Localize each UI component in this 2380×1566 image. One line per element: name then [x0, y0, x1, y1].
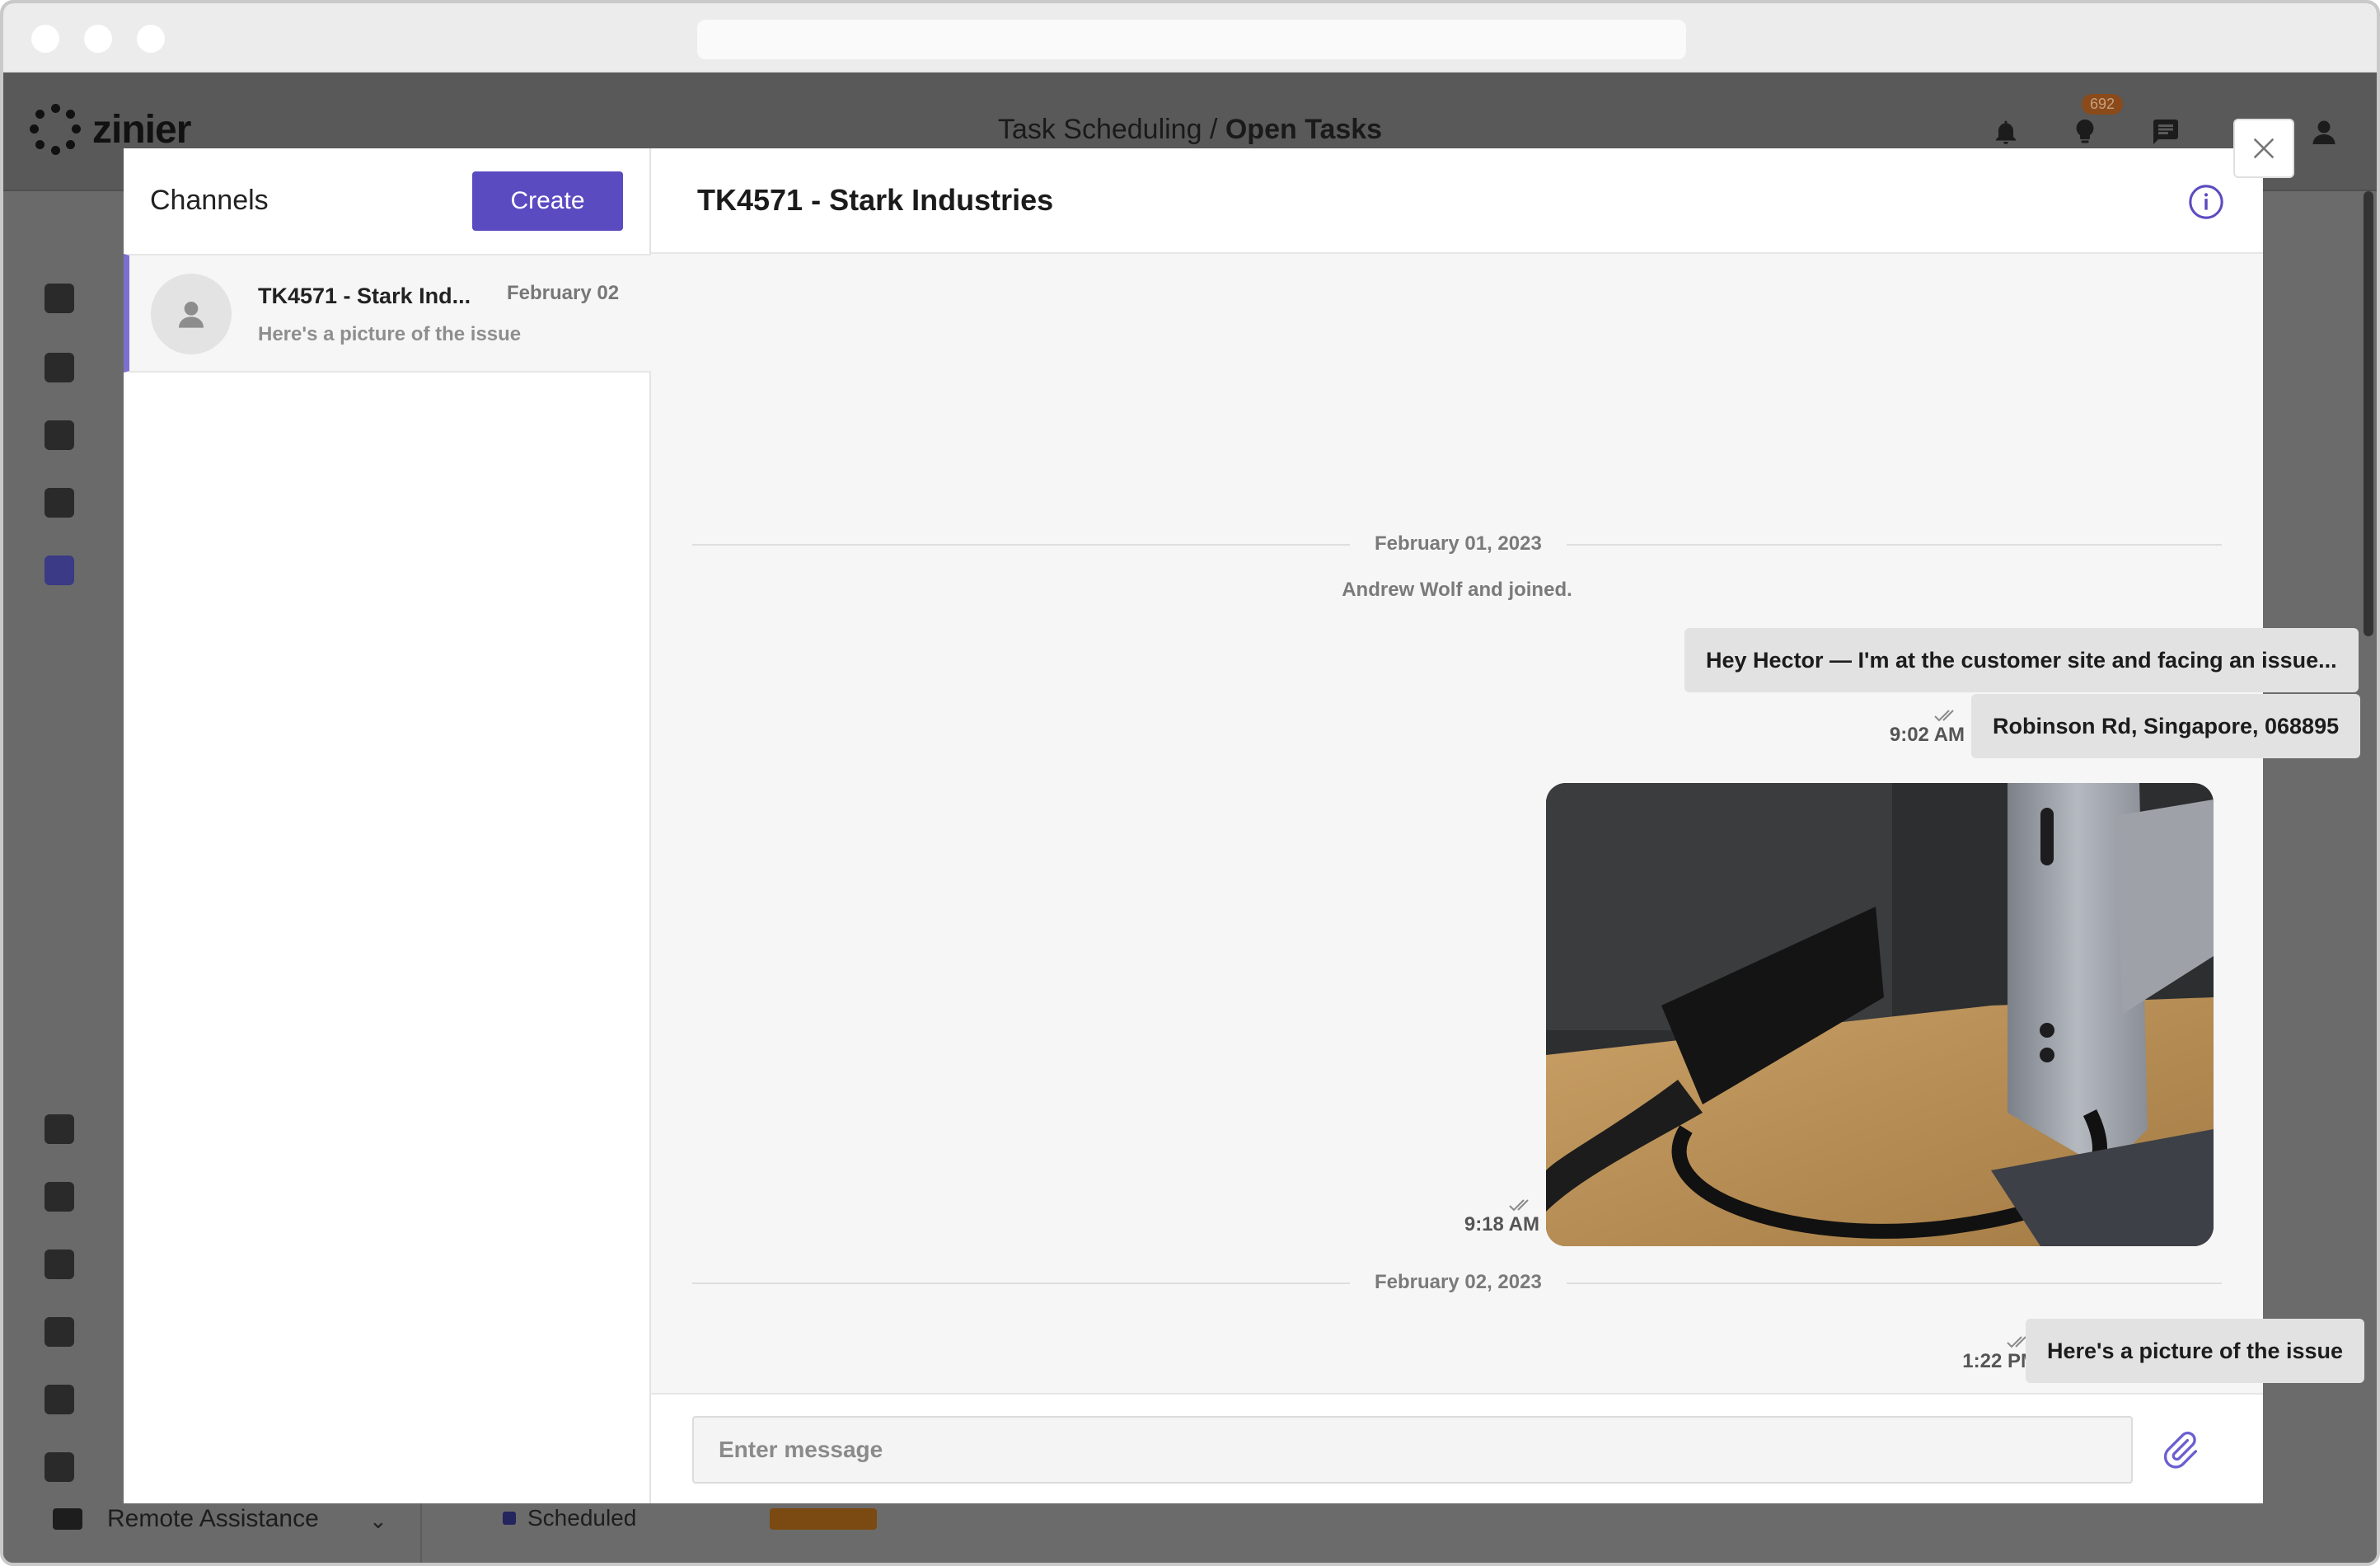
- person-icon: [179, 302, 204, 328]
- notifications-badge: 692: [2082, 94, 2124, 115]
- chat-header: TK4571 - Stark Industries: [651, 148, 2263, 254]
- channel-name: TK4571 - Stark Ind...: [258, 284, 471, 308]
- book-icon: [45, 1317, 74, 1347]
- background-scrollbar[interactable]: [2364, 191, 2373, 636]
- channels-header: Channels Create: [124, 148, 651, 254]
- messaging-modal: Channels Create TK4571 - Stark Ind... Fe…: [124, 148, 2365, 1503]
- channel-list-item[interactable]: TK4571 - Stark Ind... February 02 Here's…: [124, 254, 651, 373]
- chart-icon: [45, 420, 74, 450]
- sidebar-item-7[interactable]: [45, 1182, 74, 1212]
- message-composer: [651, 1393, 2263, 1503]
- lightbulb-icon[interactable]: [2068, 115, 2101, 148]
- window-close-dot[interactable]: [31, 25, 59, 53]
- close-icon: [2253, 138, 2275, 159]
- double-check-icon: [1934, 710, 1954, 722]
- status-text: Scheduled: [527, 1505, 637, 1531]
- breadcrumb-parent[interactable]: Task Scheduling /: [998, 114, 1218, 145]
- paperclip-icon[interactable]: [2159, 1426, 2200, 1474]
- photo-message-meta: 9:18 AM: [1416, 1197, 1539, 1236]
- channel-date: February 02: [507, 282, 620, 304]
- message-bubble[interactable]: Hey Hector — I'm at the customer site an…: [1684, 628, 2359, 692]
- status-dot: [503, 1512, 516, 1525]
- user-icon[interactable]: [2307, 115, 2340, 148]
- sidebar-item-label: Remote Assistance: [107, 1505, 319, 1532]
- message-bubble[interactable]: Here's a picture of the issue: [2026, 1319, 2365, 1383]
- message-bubble-location[interactable]: Robinson Rd, Singapore, 068895: [1971, 694, 2361, 758]
- sidebar-item-2[interactable]: [45, 353, 74, 382]
- sidebar-item-remote-assistance[interactable]: Remote Assistance: [53, 1505, 319, 1533]
- account-icon: [45, 1250, 74, 1279]
- chat-panel: TK4571 - Stark Industries February 01, 2…: [651, 148, 2365, 1503]
- sidebar-item-tasks[interactable]: [45, 556, 74, 585]
- window-maximize-dot[interactable]: [137, 25, 165, 53]
- sidebar-item-4[interactable]: [45, 488, 74, 518]
- browser-chrome: [3, 3, 2377, 73]
- message-time: 9:02 AM: [1889, 724, 1965, 746]
- chat-title: TK4571 - Stark Industries: [697, 183, 1054, 217]
- info-icon[interactable]: [2187, 183, 2225, 221]
- device-photo-image: [1546, 783, 2214, 1246]
- message-input[interactable]: [692, 1416, 2133, 1484]
- assets-icon: [45, 1182, 74, 1212]
- system-message: Andrew Wolf and joined.: [1342, 579, 1572, 601]
- channels-panel: Channels Create TK4571 - Stark Ind... Fe…: [124, 148, 651, 1503]
- close-modal-button[interactable]: [2233, 119, 2294, 178]
- sidebar-item-11[interactable]: [45, 1452, 74, 1482]
- status-label: Scheduled: [503, 1505, 636, 1531]
- double-check-icon: [1509, 1199, 1529, 1212]
- address-bar[interactable]: [697, 20, 1686, 59]
- window-minimize-dot[interactable]: [84, 25, 112, 53]
- channels-title: Channels: [150, 185, 269, 216]
- date-divider-label: February 01, 2023: [1350, 532, 1567, 556]
- bell-icon[interactable]: [1989, 115, 2022, 148]
- settings-icon: [45, 1385, 74, 1414]
- inventory-icon: [45, 1114, 74, 1144]
- id-card-icon: [45, 488, 74, 518]
- truck-icon: [45, 556, 74, 585]
- breadcrumb-current: Open Tasks: [1225, 114, 1383, 145]
- message-meta: 1:22 PM: [1920, 1334, 2037, 1373]
- people-gear-icon: [45, 284, 74, 313]
- message-time: 9:18 AM: [1464, 1213, 1539, 1235]
- channel-preview: Here's a picture of the issue: [258, 323, 522, 345]
- sidebar-item-3[interactable]: [45, 420, 74, 450]
- date-divider-label: February 02, 2023: [1350, 1271, 1567, 1294]
- sidebar-item-10[interactable]: [45, 1385, 74, 1414]
- chat-icon[interactable]: [2149, 115, 2182, 148]
- avatar: [151, 274, 232, 354]
- team-icon: [45, 353, 74, 382]
- sidebar-item-1[interactable]: [45, 284, 74, 313]
- gear-icon: [45, 1452, 74, 1482]
- message-meta: 9:02 AM: [1862, 707, 1965, 747]
- chevron-down-icon[interactable]: ⌄: [369, 1508, 387, 1534]
- priority-tag: [770, 1508, 877, 1530]
- sidebar-item-9[interactable]: [45, 1317, 74, 1347]
- browser-window: zinier Task Scheduling / Open Tasks 692: [0, 0, 2380, 1566]
- message-photo[interactable]: [1546, 783, 2214, 1246]
- sidebar-item-6[interactable]: [45, 1114, 74, 1144]
- camera-icon: [53, 1508, 82, 1530]
- sidebar-item-8[interactable]: [45, 1250, 74, 1279]
- create-channel-button[interactable]: Create: [472, 171, 623, 231]
